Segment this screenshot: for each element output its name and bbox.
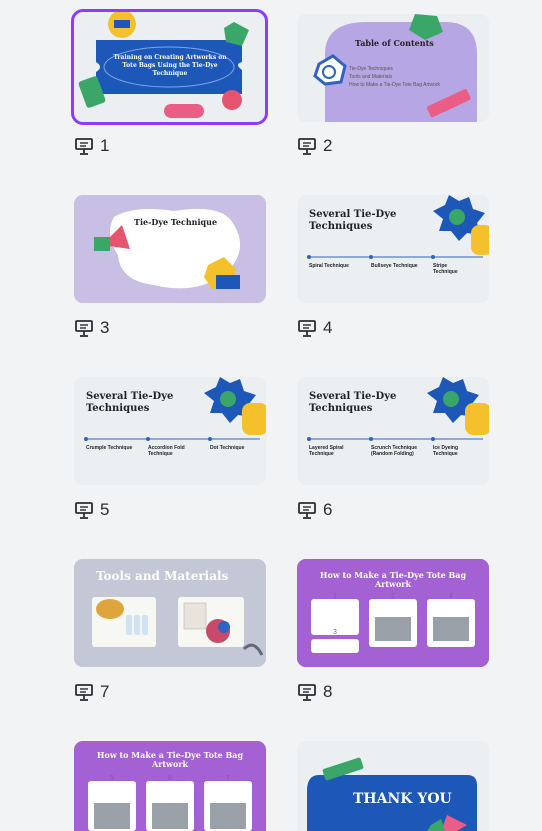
slide-thumbnail-1[interactable]: Training on Creating Artworks on Tote Ba… <box>71 9 268 125</box>
slide-10-artwork <box>297 741 489 831</box>
presenter-notes-icon <box>298 502 316 519</box>
slide-2-toc-3: How to Make a Tie-Dye Tote Bag Artwork <box>349 82 441 88</box>
slide-thumbnail-4[interactable]: Several Tie-Dye Techniques Spiral Techni… <box>297 195 489 303</box>
slide-4-title: Several Tie-Dye Techniques <box>309 209 397 232</box>
slide-thumbnail-8[interactable]: How to Make a Tie-Dye Tote Bag Artwork 1… <box>297 559 489 667</box>
slide-5-number: 5 <box>100 500 110 519</box>
slide-7-title: Tools and Materials <box>96 569 229 583</box>
presenter-notes-icon <box>298 320 316 337</box>
slide-1-label: 1 <box>74 136 109 156</box>
slide-6-col-2: Scrunch Technique (Random Folding) <box>371 445 418 457</box>
slide-5-title: Several Tie-Dye Techniques <box>86 391 174 414</box>
slide-2-toc-1: Tie-Dye Techniques <box>349 66 393 72</box>
slide-7-number: 7 <box>100 682 110 701</box>
slide-2-artwork <box>297 14 489 122</box>
slide-2-number: 2 <box>323 136 333 155</box>
slide-8-step-1: 1 <box>333 593 337 600</box>
slide-2-toc-2: Tools and Materials <box>349 74 393 80</box>
slide-6-col-3: Ice Dyeing Technique <box>433 445 459 457</box>
presenter-notes-icon <box>75 320 93 337</box>
slide-3-artwork <box>74 195 266 303</box>
presenter-notes-icon <box>75 502 93 519</box>
slide-5-col-1: Crumple Technique <box>86 445 133 451</box>
slide-2-label: 2 <box>297 136 332 156</box>
slide-5-col-2: Accordion Fold Technique <box>148 445 185 457</box>
slide-8-label: 8 <box>297 682 332 702</box>
slide-4-number: 4 <box>323 318 333 337</box>
slide-6-col-1: Layered Spiral Technique <box>309 445 344 457</box>
slide-4-label: 4 <box>297 318 332 338</box>
slide-thumbnail-2[interactable]: Table of Contents Tie-Dye Techniques Too… <box>297 14 489 122</box>
slide-6-label: 6 <box>297 500 332 520</box>
slide-thumbnail-7[interactable]: Tools and Materials <box>74 559 266 667</box>
slide-8-title: How to Make a Tie-Dye Tote Bag Artwork <box>319 570 467 589</box>
slide-3-label: 3 <box>74 318 109 338</box>
slide-2-title: Table of Contents <box>355 38 434 48</box>
slide-thumbnail-10[interactable]: THANK YOU <box>297 741 489 831</box>
slide-1-title: Training on Creating Artworks on Tote Ba… <box>113 54 227 77</box>
slide-9-step-7: 7 <box>226 775 230 782</box>
slide-thumbnail-5[interactable]: Several Tie-Dye Techniques Crumple Techn… <box>74 377 266 485</box>
presenter-notes-icon <box>75 684 93 701</box>
slide-grid: Training on Creating Artworks on Tote Ba… <box>0 0 542 831</box>
slide-4-col-2: Bullseye Technique <box>371 263 418 269</box>
slide-4-col-3: Stripe Technique <box>433 263 458 275</box>
slide-10-title: THANK YOU <box>353 791 452 807</box>
slide-3-title: Tie-Dye Technique <box>134 217 218 227</box>
slide-3-number: 3 <box>100 318 110 337</box>
slide-5-label: 5 <box>74 500 109 520</box>
slide-8-step-3: 3 <box>333 629 337 636</box>
slide-9-step-5: 5 <box>110 775 114 782</box>
slide-thumbnail-9[interactable]: How to Make a Tie-Dye Tote Bag Artwork 5… <box>74 741 266 831</box>
slide-thumbnail-6[interactable]: Several Tie-Dye Techniques Layered Spira… <box>297 377 489 485</box>
presenter-notes-icon <box>298 684 316 701</box>
presenter-notes-icon <box>298 138 316 155</box>
slide-thumbnail-3[interactable]: Tie-Dye Technique <box>74 195 266 303</box>
slide-6-number: 6 <box>323 500 333 519</box>
slide-9-title: How to Make a Tie-Dye Tote Bag Artwork <box>96 750 244 769</box>
presenter-notes-icon <box>75 138 93 155</box>
slide-5-col-3: Dot Technique <box>210 445 245 451</box>
slide-8-step-2: 2 <box>391 593 395 600</box>
slide-7-label: 7 <box>74 682 109 702</box>
slide-1-number: 1 <box>100 136 110 155</box>
slide-8-number: 8 <box>323 682 333 701</box>
slide-6-title: Several Tie-Dye Techniques <box>309 391 397 414</box>
slide-4-col-1: Spiral Technique <box>309 263 349 269</box>
slide-9-step-6: 6 <box>168 775 172 782</box>
slide-8-step-4: 4 <box>449 593 453 600</box>
